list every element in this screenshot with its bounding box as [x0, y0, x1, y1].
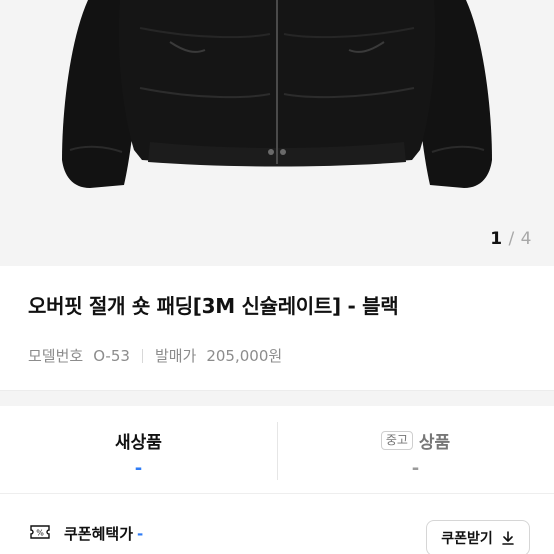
tab-new-product-price: - — [134, 458, 143, 479]
download-icon — [501, 531, 514, 545]
model-number-label: 모델번호 — [28, 347, 84, 365]
svg-text:%: % — [36, 529, 44, 538]
get-coupon-label: 쿠폰받기 — [441, 531, 493, 547]
jacket-illustration — [62, 0, 492, 188]
pager-separator: / — [508, 229, 515, 249]
tab-new-product-text: 새상품 — [115, 433, 162, 453]
image-pager: 1 / 4 — [490, 229, 532, 249]
coupon-row: % 쿠폰혜택가 - 쿠폰받기 — [0, 494, 554, 554]
release-price-value: 205,000원 — [206, 347, 283, 365]
pager-total: 4 — [520, 229, 532, 249]
product-meta: 모델번호 O-53 발매가 205,000원 — [28, 345, 282, 366]
condition-tabs: 새상품 - 중고 상품 - — [0, 406, 554, 494]
pager-current: 1 — [490, 229, 503, 249]
tab-used-product-text: 상품 — [418, 433, 451, 453]
used-badge: 중고 — [380, 431, 413, 450]
product-title: 오버핏 절개 숏 패딩[3M 신슐레이트] - 블랙 — [28, 294, 399, 318]
get-coupon-button[interactable]: 쿠폰받기 — [426, 520, 530, 554]
tab-used-product-label: 중고 상품 — [277, 428, 554, 453]
release-price-label: 발매가 — [154, 347, 197, 365]
model-number-value: O-53 — [93, 346, 130, 365]
tab-used-product[interactable]: 중고 상품 - — [277, 406, 554, 493]
section-divider — [0, 390, 554, 406]
tab-new-product[interactable]: 새상품 - — [0, 406, 277, 493]
product-image[interactable]: 1 / 4 — [0, 0, 554, 266]
coupon-price: 쿠폰혜택가 - — [64, 523, 143, 544]
meta-divider — [141, 348, 143, 363]
coupon-icon: % — [30, 525, 50, 539]
tab-used-product-price: - — [411, 458, 420, 479]
coupon-price-value: - — [137, 525, 144, 543]
tab-new-product-label: 새상품 — [0, 428, 277, 453]
coupon-price-label: 쿠폰혜택가 — [64, 525, 134, 543]
